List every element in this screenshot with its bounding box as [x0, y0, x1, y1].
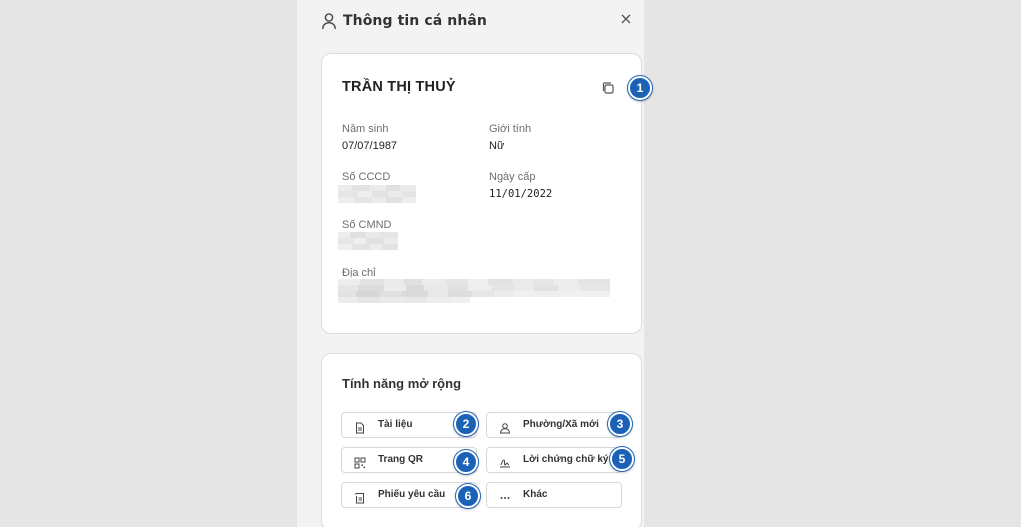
birth-value: 07/07/1987: [342, 140, 398, 152]
new-ward-label: Phường/Xã mới: [523, 419, 599, 430]
issue-date-label: Ngày cấp: [489, 171, 536, 183]
callout-badge: 4: [454, 450, 478, 474]
address-label: Địa chỉ: [342, 267, 376, 279]
request-form-label: Phiếu yêu cầu: [378, 489, 446, 500]
signature-attestation-label: Lời chứng chữ ký: [523, 454, 609, 465]
new-ward-button[interactable]: Phường/Xã mới: [486, 412, 622, 438]
cccd-value-redacted: [338, 185, 416, 203]
documents-label: Tài liệu: [378, 419, 413, 430]
gender-value: Nữ: [489, 140, 505, 152]
cmnd-label: Số CMND: [342, 219, 392, 231]
signature-attestation-button[interactable]: Lời chứng chữ ký: [486, 447, 622, 473]
document-icon: [354, 419, 366, 434]
extensions-title: Tính năng mở rộng: [342, 376, 462, 391]
callout-badge: 6: [456, 484, 480, 508]
callout-badge: 3: [608, 412, 632, 436]
address-value-redacted: [338, 279, 610, 303]
callout-badge: 5: [610, 447, 634, 471]
signature-icon: [499, 454, 511, 468]
cmnd-value-redacted: [338, 232, 398, 250]
personal-info-panel: Thông tin cá nhân × TRẦN THỊ THUỶ Năm si…: [297, 0, 644, 527]
person-name: TRẦN THỊ THUỶ: [342, 79, 456, 95]
qr-code-icon: [354, 454, 366, 469]
issue-date-value: 11/01/2022: [489, 188, 553, 200]
callout-badge: 2: [454, 412, 478, 436]
panel-header: Thông tin cá nhân ×: [297, 0, 644, 44]
gender-label: Giới tính: [489, 123, 532, 135]
cccd-label: Số CCCD: [342, 171, 391, 183]
more-label: Khác: [523, 489, 548, 500]
qr-page-label: Trang QR: [378, 454, 424, 465]
extensions-card: Tính năng mở rộng Tài liệu Phường/Xã mới…: [321, 353, 642, 527]
panel-title: Thông tin cá nhân: [343, 13, 487, 29]
person-location-icon: [499, 419, 511, 434]
request-form-icon: [354, 489, 366, 504]
callout-badge: 1: [628, 76, 652, 100]
more-button[interactable]: Khác: [486, 482, 622, 508]
user-icon: [321, 12, 337, 30]
more-icon: [499, 489, 511, 501]
profile-card: TRẦN THỊ THUỶ Năm sinh 07/07/1987 Giới t…: [321, 53, 642, 334]
birth-label: Năm sinh: [342, 123, 389, 135]
copy-icon[interactable]: [601, 80, 615, 94]
close-icon[interactable]: ×: [619, 11, 633, 27]
